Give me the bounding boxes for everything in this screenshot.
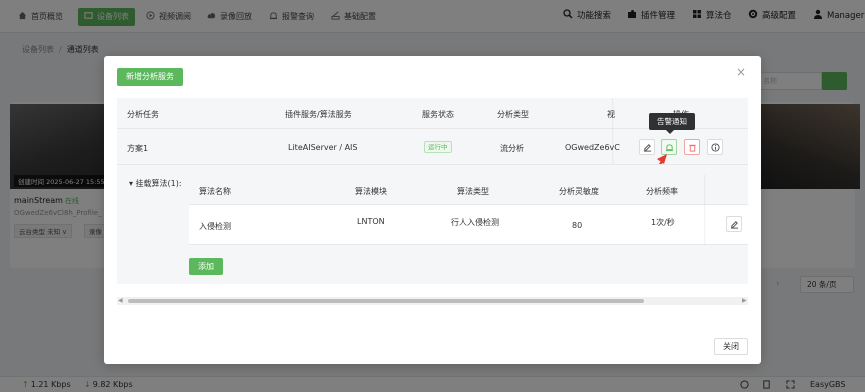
col-algo-type: 算法类型 bbox=[457, 187, 489, 196]
add-algorithm-button[interactable]: 添加 bbox=[189, 258, 223, 275]
scroll-left-icon[interactable]: ◀ bbox=[118, 297, 123, 304]
edit-icon bbox=[730, 221, 739, 229]
mounted-algorithms-toggle[interactable]: ▾ 挂载算法(1): bbox=[129, 178, 182, 189]
algo-module: LNTON bbox=[357, 217, 385, 226]
dialog-close-button[interactable]: 关闭 bbox=[714, 338, 748, 355]
algo-frequency: 1次/秒 bbox=[651, 218, 675, 227]
col-frequency: 分析频率 bbox=[646, 187, 678, 196]
algo-name: 入侵检测 bbox=[199, 222, 231, 231]
scroll-right-icon[interactable]: ▶ bbox=[742, 297, 747, 304]
edit-algorithm-button[interactable] bbox=[726, 216, 742, 232]
algo-type: 行人入侵检测 bbox=[451, 218, 499, 227]
col-sensitivity: 分析灵敏度 bbox=[559, 187, 599, 196]
algo-sensitivity: 80 bbox=[572, 221, 583, 230]
scrollbar-thumb[interactable] bbox=[128, 299, 644, 303]
col-algo-module: 算法模块 bbox=[355, 187, 387, 196]
col-algo-name: 算法名称 bbox=[199, 187, 231, 196]
sub-fixed-column-divider bbox=[704, 175, 706, 245]
